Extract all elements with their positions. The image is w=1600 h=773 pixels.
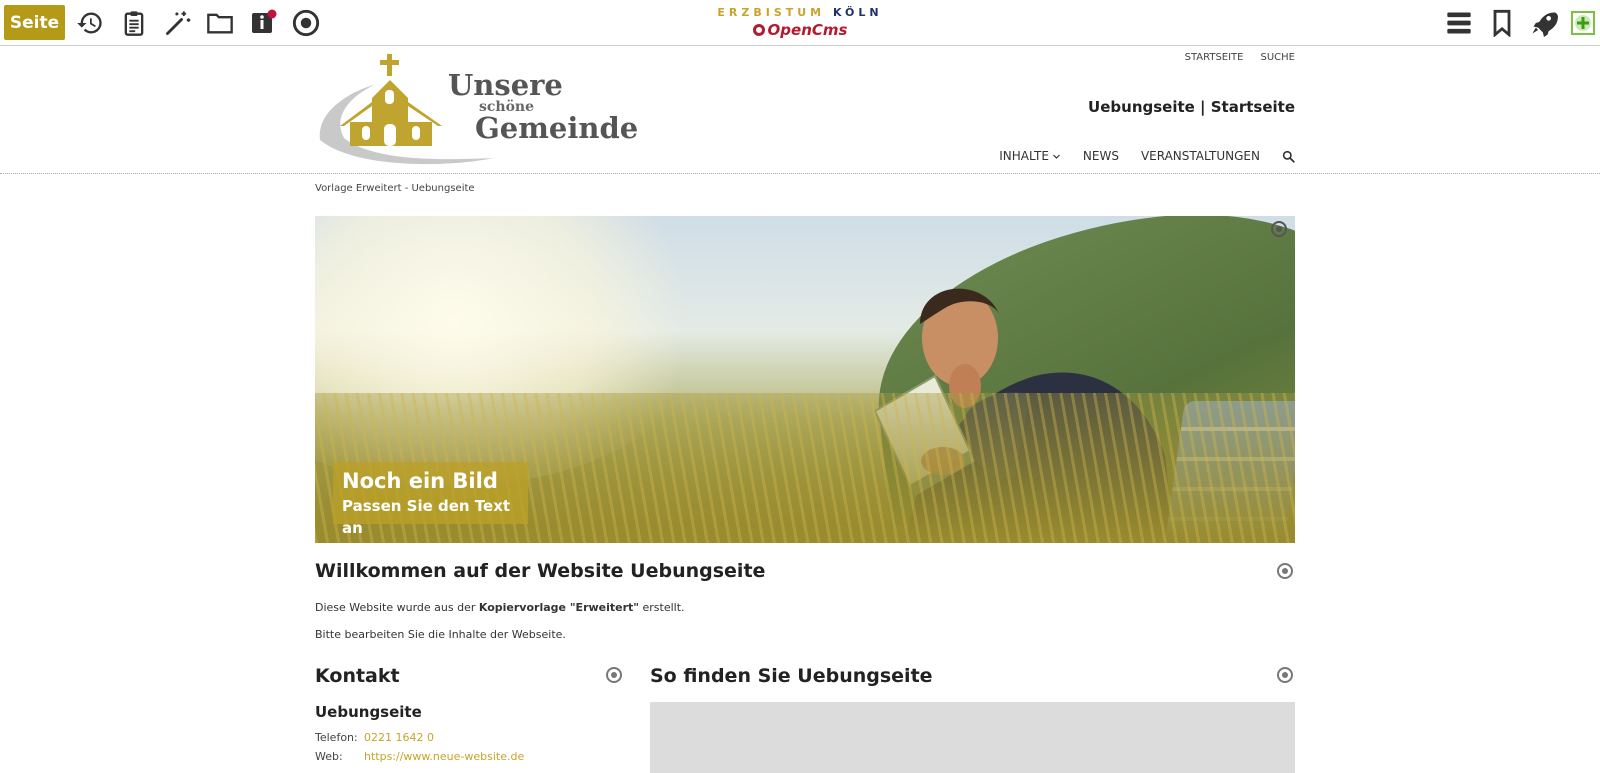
edit-point-icon[interactable] (1277, 563, 1293, 579)
kontakt-web-row: Web: https://www.neue-website.de (315, 750, 524, 763)
web-label: Web: (315, 750, 343, 763)
map-placeholder[interactable] (650, 702, 1295, 773)
hero-caption-subtitle: Passen Sie den Text an (342, 497, 511, 537)
brand-erzbistum: ERZBISTUM (717, 6, 826, 19)
logo-text-unsere: Unsere (448, 68, 563, 102)
info-icon[interactable] (246, 5, 282, 41)
target-icon[interactable] (288, 5, 324, 41)
phone-label: Telefon: (315, 731, 358, 744)
page-mode-button[interactable]: Seite (4, 5, 65, 40)
chevron-down-icon (1052, 154, 1060, 159)
topnav-suche-link[interactable]: SUCHE (1261, 52, 1296, 63)
rocket-icon[interactable] (1526, 5, 1562, 41)
clipboard-icon[interactable] (116, 5, 152, 41)
welcome-text: Diese Website wurde aus der (315, 601, 479, 614)
topnav-startseite-link[interactable]: STARTSEITE (1185, 52, 1244, 63)
brand-line-top: ERZBISTUM KÖLN (700, 4, 900, 22)
opencms-brand-logo: ERZBISTUM KÖLN OpenCms (700, 4, 900, 42)
breadcrumb[interactable]: Vorlage Erweitert - Uebungseite (315, 183, 475, 194)
search-icon (1282, 150, 1295, 163)
search-button[interactable] (1282, 150, 1295, 163)
edit-point-icon[interactable] (606, 667, 622, 683)
brand-koeln: KÖLN (832, 6, 883, 19)
magic-wand-icon[interactable] (160, 5, 196, 41)
kontakt-heading: Kontakt (315, 665, 400, 687)
menu-icon[interactable] (1441, 5, 1477, 41)
phone-link[interactable]: 0221 1642 0 (364, 731, 434, 744)
nav-item-label: VERANSTALTUNGEN (1140, 149, 1260, 163)
add-element-icon[interactable] (1566, 5, 1600, 41)
history-icon[interactable] (72, 5, 108, 41)
cms-toolbar: Seite ERZBISTUM KÖLN OpenCms (0, 0, 1600, 46)
welcome-paragraph-2: Bitte bearbeiten Sie die Inhalte der Web… (315, 628, 566, 641)
edit-point-icon[interactable] (1271, 221, 1287, 237)
logo-text-gemeinde: Gemeinde (475, 111, 639, 145)
kontakt-organization: Uebungseite (315, 703, 422, 721)
site-logo[interactable]: Unsere schöne Gemeinde (314, 50, 638, 168)
hero-caption: Noch ein Bild Passen Sie den Text an (333, 462, 528, 537)
site-title: Uebungseite | Startseite (1088, 98, 1295, 116)
map-heading: So finden Sie Uebungseite (650, 665, 933, 687)
nav-item-news[interactable]: NEWS (1083, 149, 1119, 163)
nav-item-label: INHALTE (999, 149, 1049, 163)
web-link[interactable]: https://www.neue-website.de (364, 750, 524, 763)
nav-item-label: NEWS (1082, 149, 1119, 163)
hero-image: Noch ein Bild Passen Sie den Text an (315, 216, 1295, 543)
kontakt-phone-row: Telefon: 0221 1642 0 (315, 731, 434, 744)
welcome-text: erstellt. (639, 601, 685, 614)
brand-line-bottom: OpenCms (700, 22, 900, 38)
nav-item-veranstaltungen[interactable]: VERANSTALTUNGEN (1141, 149, 1260, 163)
brand-opencms: OpenCms (767, 21, 848, 39)
welcome-paragraph-1: Diese Website wurde aus der Kopiervorlag… (315, 601, 685, 614)
header-divider (0, 173, 1600, 174)
bookmark-icon[interactable] (1484, 5, 1520, 41)
welcome-text-bold: Kopiervorlage "Erweitert" (478, 601, 640, 614)
welcome-heading: Willkommen auf der Website Uebungseite (315, 560, 766, 582)
folder-icon[interactable] (202, 5, 238, 41)
hero-caption-title: Noch ein Bild (342, 469, 498, 493)
opencms-ring-icon (752, 24, 765, 36)
main-nav: INHALTE NEWS VERANSTALTUNGEN (999, 149, 1295, 163)
edit-point-icon[interactable] (1277, 667, 1293, 683)
top-nav: STARTSEITE SUCHE (1185, 52, 1295, 63)
nav-item-inhalte[interactable]: INHALTE (999, 149, 1061, 163)
